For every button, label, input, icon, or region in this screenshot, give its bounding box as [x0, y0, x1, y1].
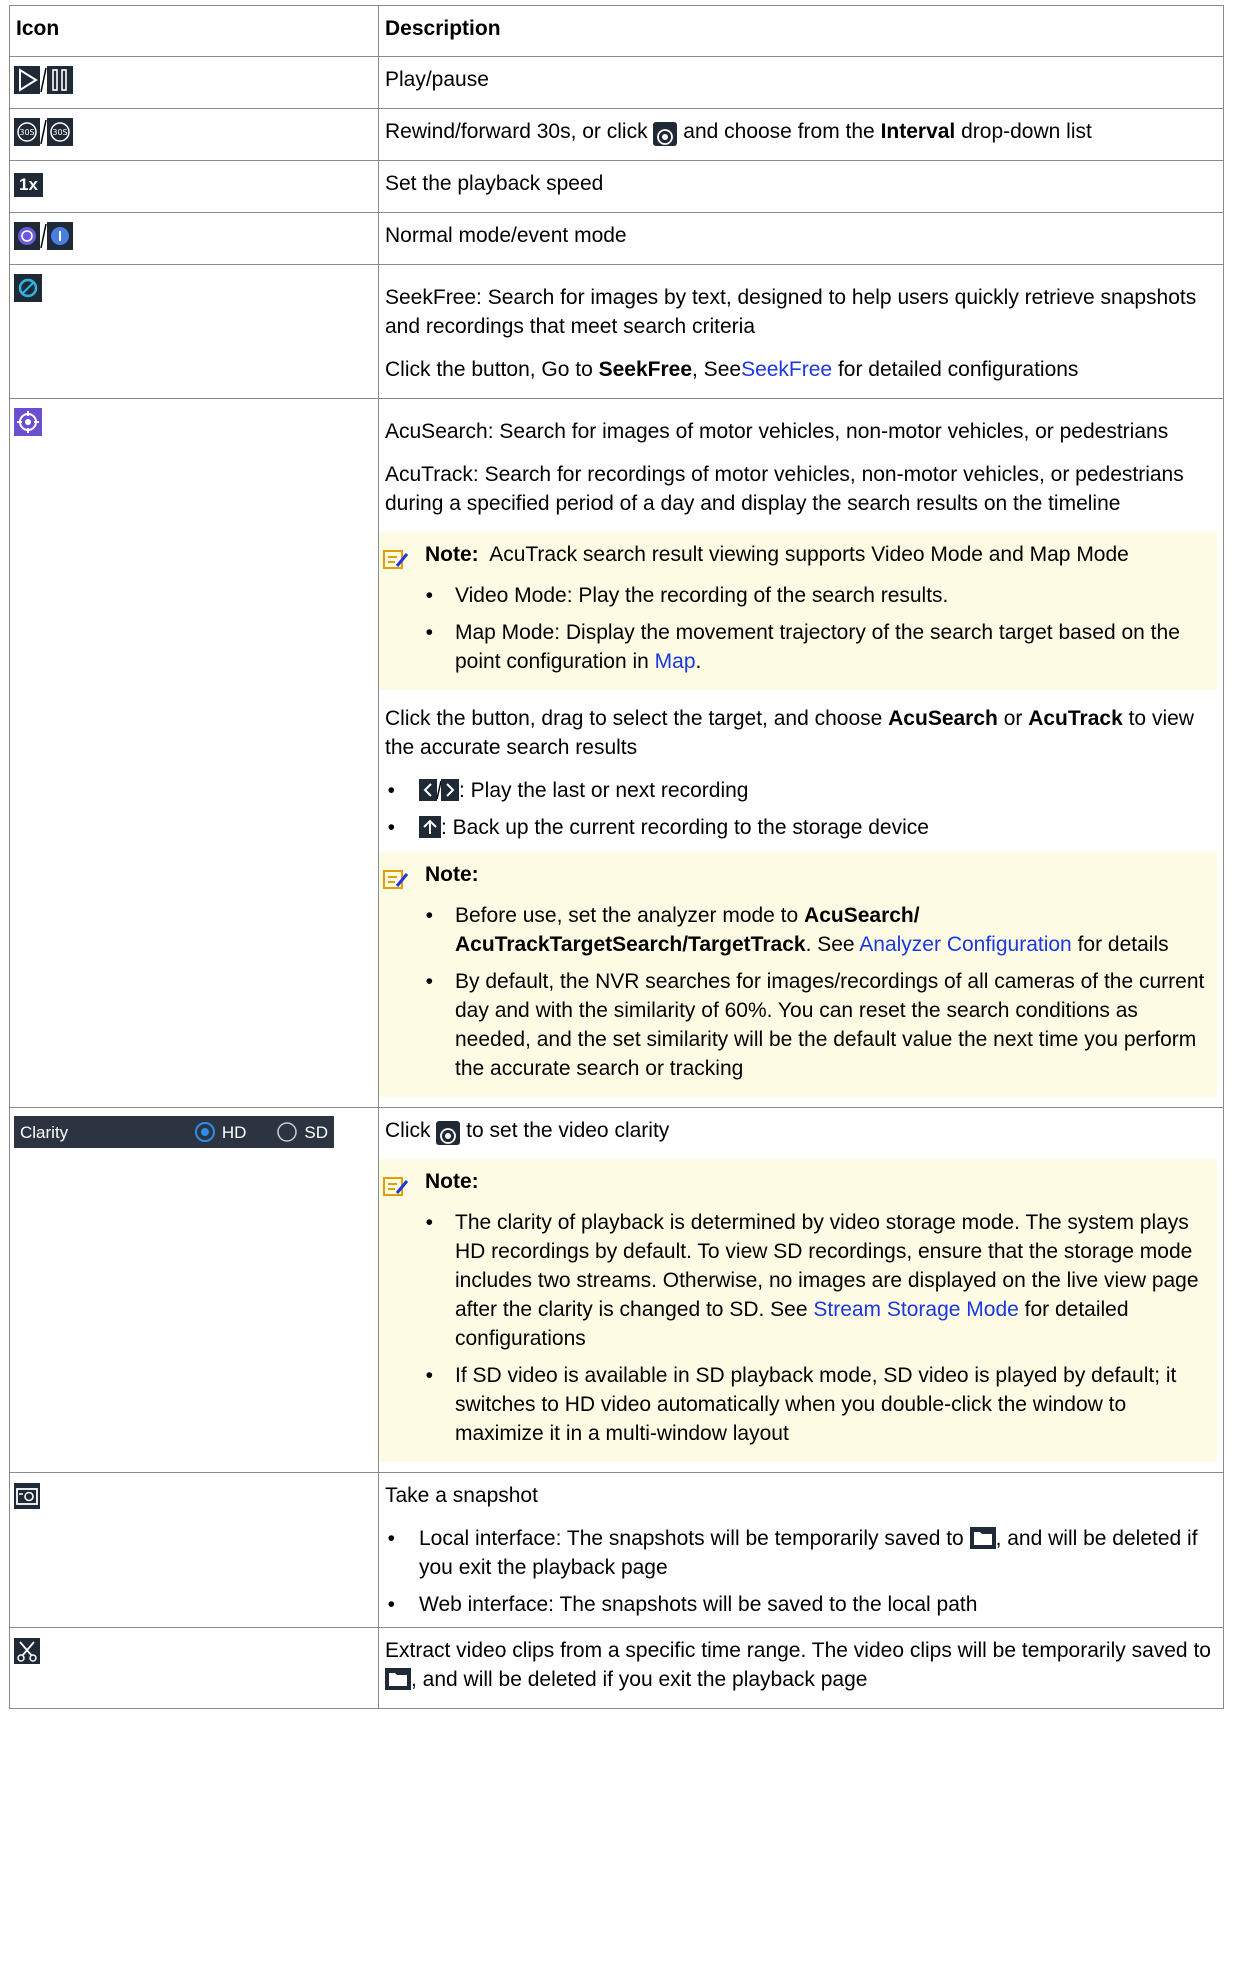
- acusearch-icon: [14, 408, 42, 437]
- rewind-forward-30s-icon: 30S 30S: [14, 118, 74, 147]
- table-row: Normal mode/event mode: [9, 212, 1224, 265]
- list-item: • Web interface: The snapshots will be sa…: [387, 1593, 978, 1616]
- row-description: SeekFree: Search for images by text, des…: [385, 286, 1197, 338]
- folder-icon: [969, 1527, 996, 1550]
- list-item: • Before use, set the analyzer mode to Ac…: [425, 904, 1169, 956]
- seekfree-link[interactable]: SeekFree: [741, 358, 832, 381]
- backup-icon: [419, 816, 441, 839]
- sd-radio[interactable]: SD: [276, 1118, 328, 1147]
- icon-description-table: Icon Description Play/pause 30S 30S Rewi…: [9, 5, 1224, 1709]
- list-item: • Local interface: The snapshots will be …: [387, 1527, 1198, 1579]
- row-description: Normal mode/event mode: [385, 224, 627, 247]
- header-icon: Icon: [9, 5, 379, 57]
- note-icon: [383, 1171, 413, 1200]
- table-row: 1x Set the playback speed: [9, 160, 1224, 213]
- table-header-row: Icon Description: [9, 5, 1224, 57]
- scissors-icon: [14, 1638, 40, 1665]
- note-icon: [383, 864, 413, 893]
- table-row: Take a snapshot • Local interface: The sn…: [9, 1472, 1224, 1628]
- list-item: • If SD video is available in SD playback…: [425, 1364, 1177, 1445]
- note-box: Note: AcuTrack search result viewing sup…: [379, 532, 1217, 690]
- svg-text:30S: 30S: [19, 128, 34, 137]
- table-row: AcuSearch: Search for images of motor ve…: [9, 398, 1224, 1108]
- play-pause-icon: [14, 66, 74, 95]
- list-item: • The clarity of playback is determined b…: [425, 1211, 1199, 1350]
- playback-speed-icon: 1x: [14, 173, 43, 197]
- snapshot-icon: [14, 1483, 40, 1510]
- analyzer-configuration-link[interactable]: Analyzer Configuration: [859, 933, 1071, 956]
- prev-next-icon: [419, 779, 459, 802]
- map-link[interactable]: Map: [655, 650, 696, 673]
- list-item: • By default, the NVR searches for images…: [425, 970, 1205, 1080]
- list-item: • Video Mode: Play the recording of the s…: [425, 584, 949, 607]
- seekfree-icon: [14, 274, 42, 303]
- note-icon: [383, 544, 413, 573]
- settings-icon: [653, 122, 678, 146]
- table-row: Play/pause: [9, 56, 1224, 109]
- list-item: •: Back up the current recording to the …: [387, 816, 929, 839]
- list-item: •: Play the last or next recording: [387, 779, 749, 802]
- row-description: Play/pause: [385, 68, 489, 91]
- settings-icon: [436, 1121, 461, 1145]
- normal-event-mode-icon: [14, 222, 74, 251]
- note-box: Note: • Before use, set the analyzer mode…: [379, 852, 1217, 1097]
- header-description: Description: [378, 5, 1224, 57]
- table-row: Clarity HD SD Click to set the video cla…: [9, 1107, 1224, 1473]
- clarity-bar: Clarity HD SD: [14, 1116, 334, 1148]
- hd-radio[interactable]: HD: [194, 1118, 246, 1147]
- table-row: Extract video clips from a specific time…: [9, 1627, 1224, 1709]
- row-description: Set the playback speed: [385, 172, 604, 195]
- folder-icon: [385, 1668, 411, 1691]
- list-item: • Map Mode: Display the movement trajecto…: [425, 621, 1180, 673]
- stream-storage-mode-link[interactable]: Stream Storage Mode: [813, 1298, 1018, 1321]
- table-row: 30S 30S Rewind/forward 30s, or click and…: [9, 108, 1224, 161]
- table-row: SeekFree: Search for images by text, des…: [9, 264, 1224, 399]
- svg-text:30S: 30S: [52, 128, 67, 137]
- note-box: Note: • The clarity of playback is determ…: [379, 1159, 1217, 1462]
